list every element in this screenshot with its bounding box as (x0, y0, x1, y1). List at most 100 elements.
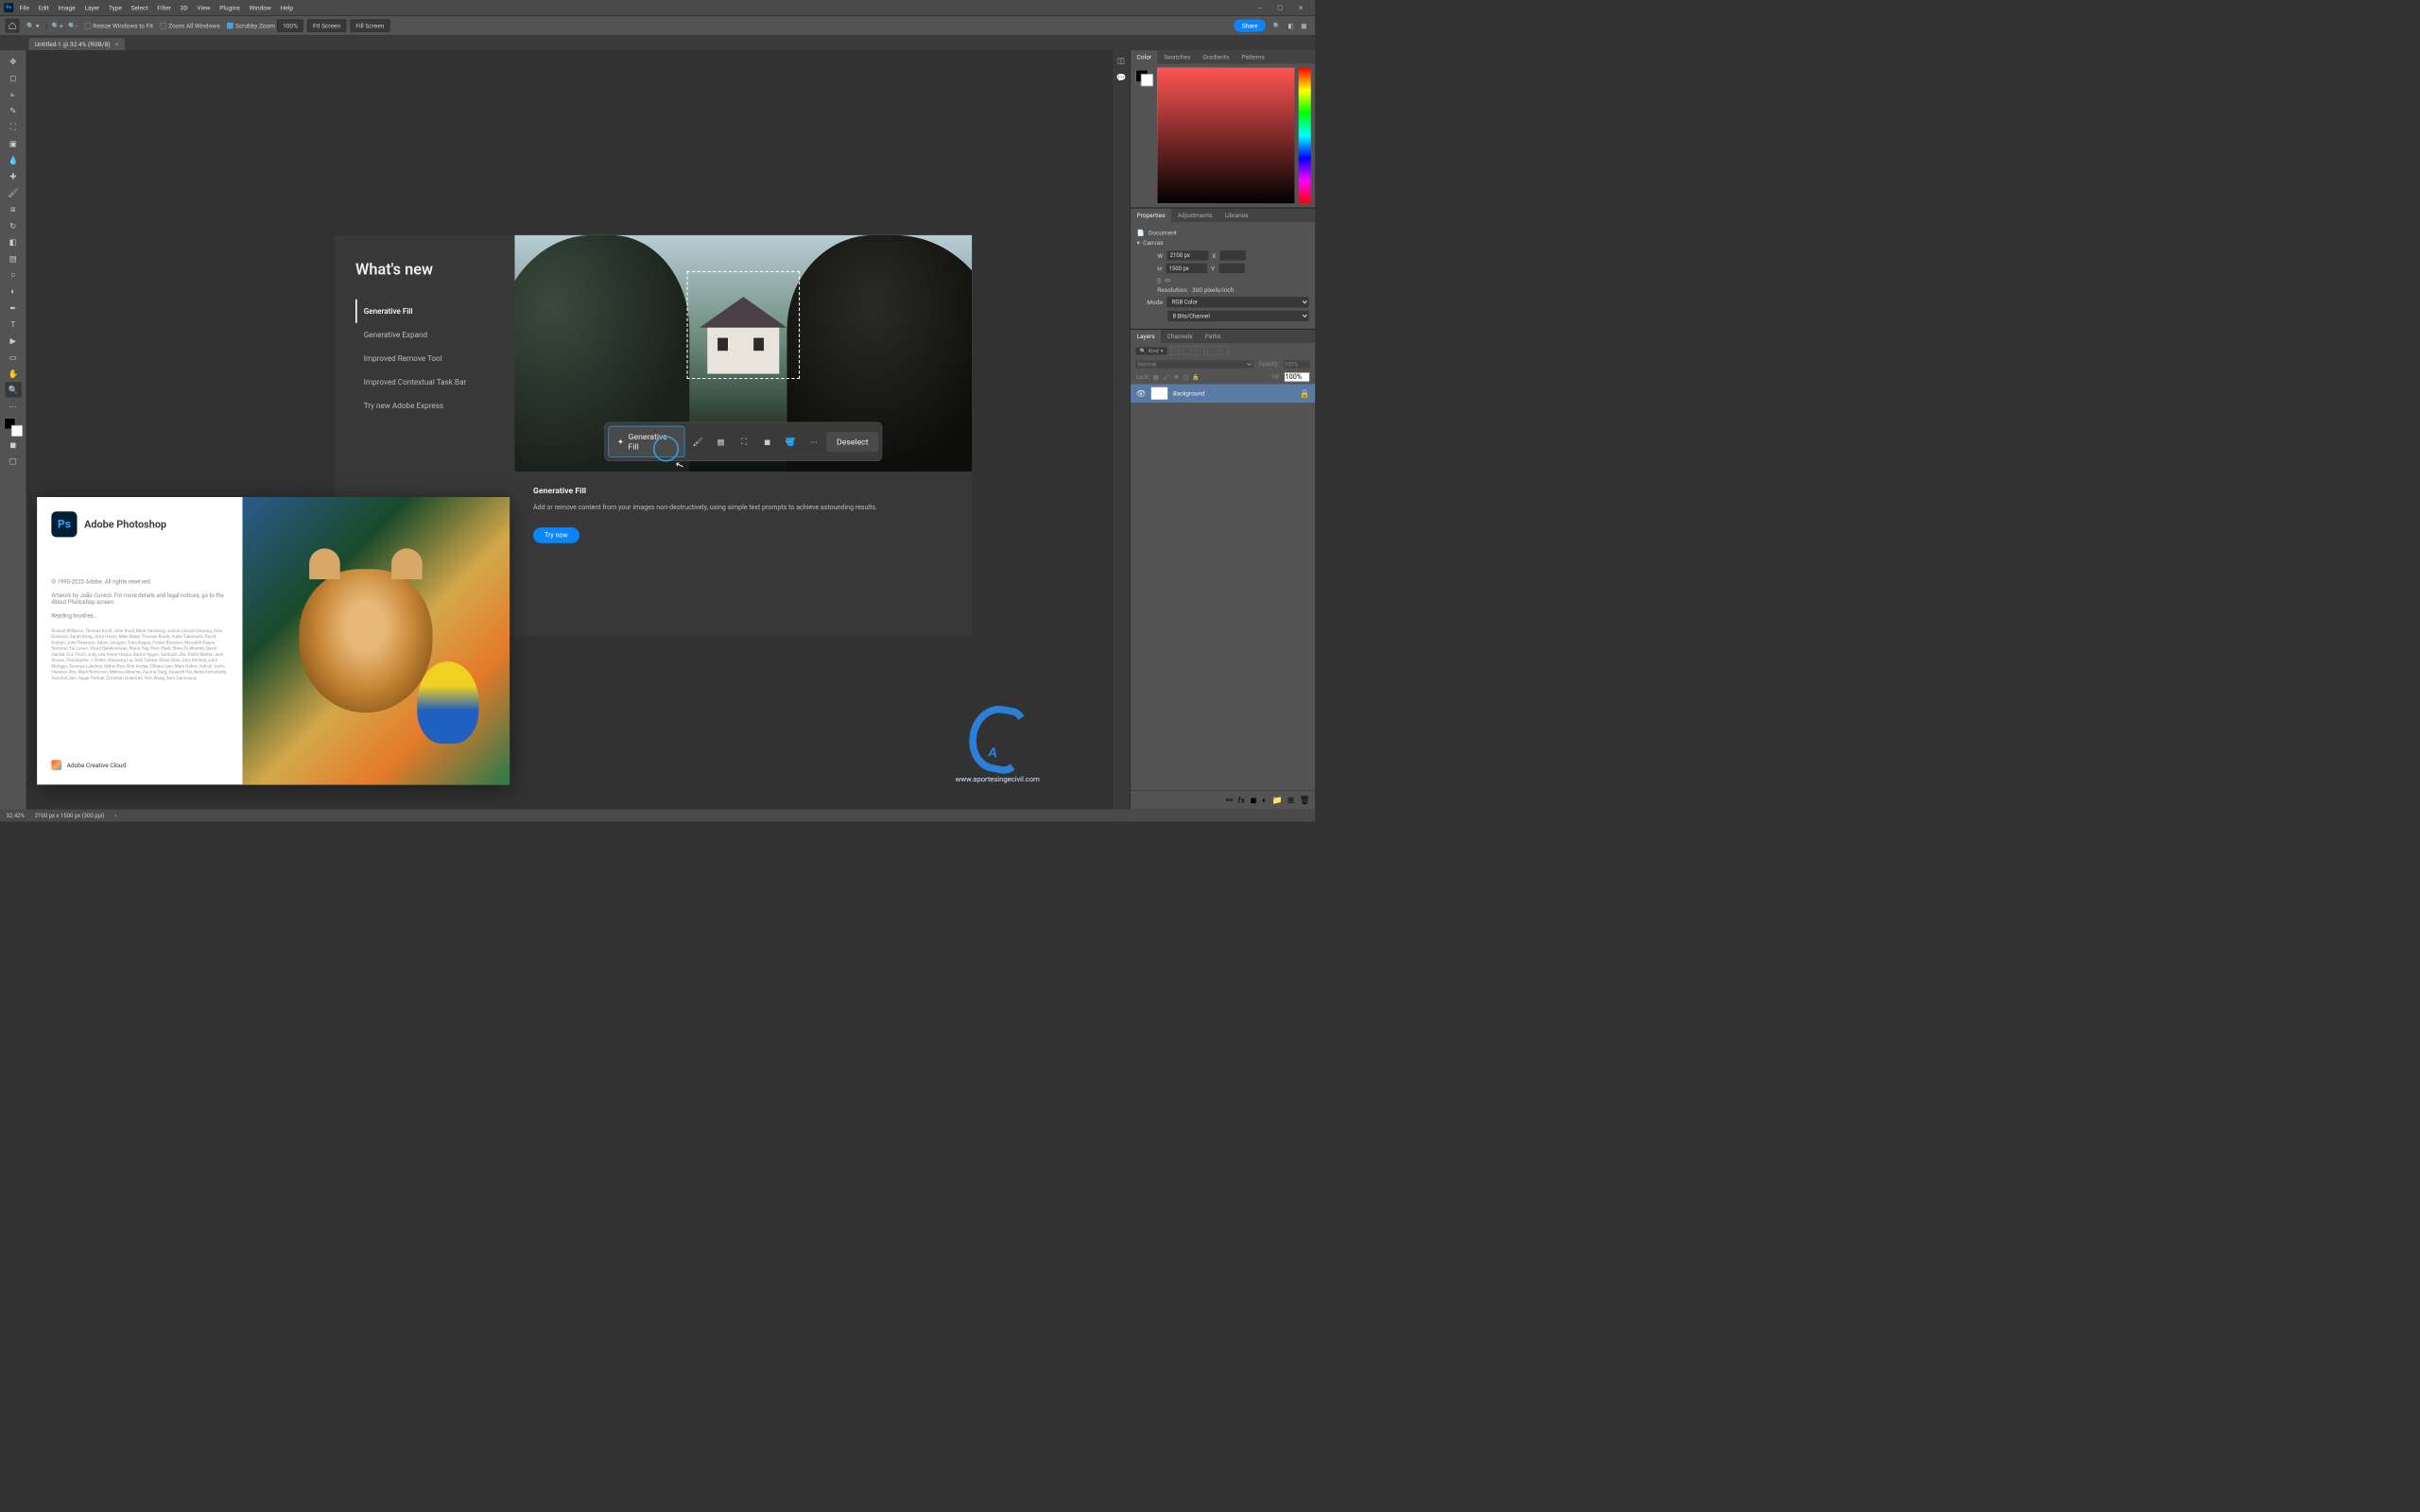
tab-patterns[interactable]: Patterns (1236, 50, 1271, 63)
screen-mode-icon[interactable]: ▢ (5, 453, 21, 468)
filter-adjust-icon[interactable] (1183, 346, 1192, 355)
mask-icon[interactable]: ◼ (756, 430, 777, 453)
clone-stamp-tool-icon[interactable]: ⧈ (5, 201, 21, 216)
zoom-value[interactable]: 100% (277, 20, 303, 32)
status-docinfo[interactable]: 2100 px x 1500 px (300 ppi) (35, 812, 105, 818)
y-input[interactable] (1219, 264, 1244, 273)
status-arrow-icon[interactable]: › (114, 812, 116, 818)
hand-tool-icon[interactable]: ✋ (5, 366, 21, 381)
search-icon[interactable]: 🔍 (1273, 22, 1281, 29)
menu-edit[interactable]: Edit (39, 4, 49, 11)
more-icon[interactable]: ⋯ (804, 430, 824, 453)
close-tab-icon[interactable]: × (115, 41, 118, 48)
orient-landscape-icon[interactable]: ▭ (1165, 276, 1170, 284)
menu-help[interactable]: Help (281, 4, 293, 11)
eyedropper-tool-icon[interactable]: 💧 (5, 152, 21, 167)
x-input[interactable] (1220, 250, 1246, 260)
lock-all-icon[interactable]: 🔒 (1192, 374, 1199, 381)
whats-new-item-remove-tool[interactable]: Improved Remove Tool (355, 347, 494, 370)
filter-pixel-icon[interactable] (1170, 346, 1180, 355)
height-input[interactable] (1166, 264, 1206, 273)
width-input[interactable] (1167, 250, 1207, 260)
share-button[interactable]: Share (1234, 20, 1266, 32)
delete-layer-icon[interactable]: 🗑 (1300, 795, 1310, 805)
layer-name[interactable]: Background (1173, 389, 1205, 397)
whats-new-item-contextual-bar[interactable]: Improved Contextual Task Bar (355, 370, 494, 394)
canvas-area[interactable]: What's new Generative Fill Generative Ex… (26, 50, 1112, 809)
generative-fill-button[interactable]: ✦ Generative Fill ↖ (608, 425, 684, 457)
status-zoom[interactable]: 32.42% (7, 812, 25, 818)
zoom-tool-icon[interactable]: 🔍 ▾ (26, 22, 39, 29)
blend-mode-select[interactable]: Normal (1135, 360, 1253, 368)
lock-artboard-icon[interactable]: ◫ (1183, 374, 1188, 381)
brush-tool-icon[interactable]: 🖌 (5, 185, 21, 200)
layer-lock-icon[interactable]: 🔒 (1300, 388, 1310, 398)
menu-window[interactable]: Window (250, 4, 271, 11)
document-tab[interactable]: Untitled-1 @ 32.4% (RGB/8) × (28, 38, 124, 50)
new-layer-icon[interactable]: ⊞ (1288, 795, 1294, 805)
lock-position-icon[interactable]: ✥ (1174, 374, 1179, 381)
tab-properties[interactable]: Properties (1131, 209, 1171, 222)
text-tool-icon[interactable]: T (5, 317, 21, 332)
marquee-tool-icon[interactable]: ◻ (5, 70, 21, 85)
healing-brush-tool-icon[interactable]: ✚ (5, 168, 21, 183)
tab-color[interactable]: Color (1131, 50, 1158, 63)
shape-tool-icon[interactable]: ▭ (5, 350, 21, 365)
opacity-input[interactable] (1285, 360, 1310, 368)
cloud-docs-icon[interactable]: ◧ (1288, 22, 1293, 29)
lasso-tool-icon[interactable]: ⟀ (5, 86, 21, 101)
foreground-background-swatch[interactable] (4, 418, 23, 437)
fit-screen-button[interactable]: Fit Screen (307, 20, 346, 32)
menu-layer[interactable]: Layer (84, 4, 99, 11)
menu-view[interactable]: View (197, 4, 210, 11)
resize-windows-checkbox[interactable] (85, 23, 92, 29)
tab-layers[interactable]: Layers (1131, 330, 1161, 343)
zoom-out-icon[interactable]: 🔍- (68, 22, 78, 29)
menu-type[interactable]: Type (109, 4, 122, 11)
layer-row[interactable]: 👁 Background 🔒 (1131, 384, 1315, 403)
fill-screen-button[interactable]: Fill Screen (350, 20, 389, 32)
lock-image-icon[interactable]: 🖌 (1163, 374, 1170, 381)
menu-filter[interactable]: Filter (157, 4, 171, 11)
visibility-toggle-icon[interactable]: 👁 (1135, 388, 1146, 398)
background-swatch[interactable] (1141, 74, 1153, 86)
frame-tool-icon[interactable]: ▣ (5, 135, 21, 150)
home-button[interactable] (5, 19, 19, 33)
path-select-tool-icon[interactable]: ▶ (5, 333, 21, 348)
orient-portrait-icon[interactable]: ▯ (1157, 276, 1161, 284)
zoom-tool-icon[interactable]: 🔍 (5, 382, 21, 397)
depth-select[interactable]: 8 Bits/Channel (1167, 311, 1308, 321)
pen-tool-icon[interactable]: ✒ (5, 300, 21, 315)
filter-smart-icon[interactable] (1219, 346, 1229, 355)
history-brush-tool-icon[interactable]: ↻ (5, 217, 21, 232)
filter-shape-icon[interactable] (1207, 346, 1217, 355)
layer-mask-icon[interactable]: ◼ (1250, 795, 1256, 805)
tab-paths[interactable]: Paths (1199, 330, 1227, 343)
group-layers-icon[interactable]: 📁 (1272, 795, 1283, 805)
tab-adjustments[interactable]: Adjustments (1171, 209, 1219, 222)
tab-swatches[interactable]: Swatches (1158, 50, 1197, 63)
zoom-all-checkbox[interactable] (161, 23, 167, 29)
crop-tool-icon[interactable]: ⛶ (5, 119, 21, 134)
quick-mask-icon[interactable]: ◼ (5, 437, 21, 452)
move-tool-icon[interactable]: ✥ (5, 54, 21, 69)
layer-thumbnail[interactable] (1151, 387, 1167, 400)
filter-kind[interactable]: 🔍Kind▾ (1135, 347, 1167, 354)
tab-libraries[interactable]: Libraries (1219, 209, 1254, 222)
tab-channels[interactable]: Channels (1161, 330, 1199, 343)
whats-new-item-generative-fill[interactable]: Generative Fill (355, 300, 494, 323)
quick-select-tool-icon[interactable]: ✎ (5, 103, 21, 118)
menu-select[interactable]: Select (131, 4, 148, 11)
try-now-button[interactable]: Try now (533, 527, 579, 543)
deselect-button[interactable]: Deselect (826, 432, 878, 452)
whats-new-item-adobe-express[interactable]: Try new Adobe Express (355, 394, 494, 418)
whats-new-item-generative-expand[interactable]: Generative Expand (355, 323, 494, 347)
zoom-in-icon[interactable]: 🔍+ (52, 22, 63, 29)
canvas-section-toggle[interactable]: ▾Canvas (1137, 239, 1309, 247)
add-selection-icon[interactable]: ▦ (710, 430, 731, 453)
comments-panel-icon[interactable]: 💬 (1116, 73, 1127, 82)
menu-plugins[interactable]: Plugins (219, 4, 240, 11)
minimize-icon[interactable]: — (1250, 4, 1270, 11)
more-tools-icon[interactable]: ⋯ (5, 399, 21, 414)
adjustment-layer-icon[interactable]: ◐ (1262, 795, 1267, 805)
